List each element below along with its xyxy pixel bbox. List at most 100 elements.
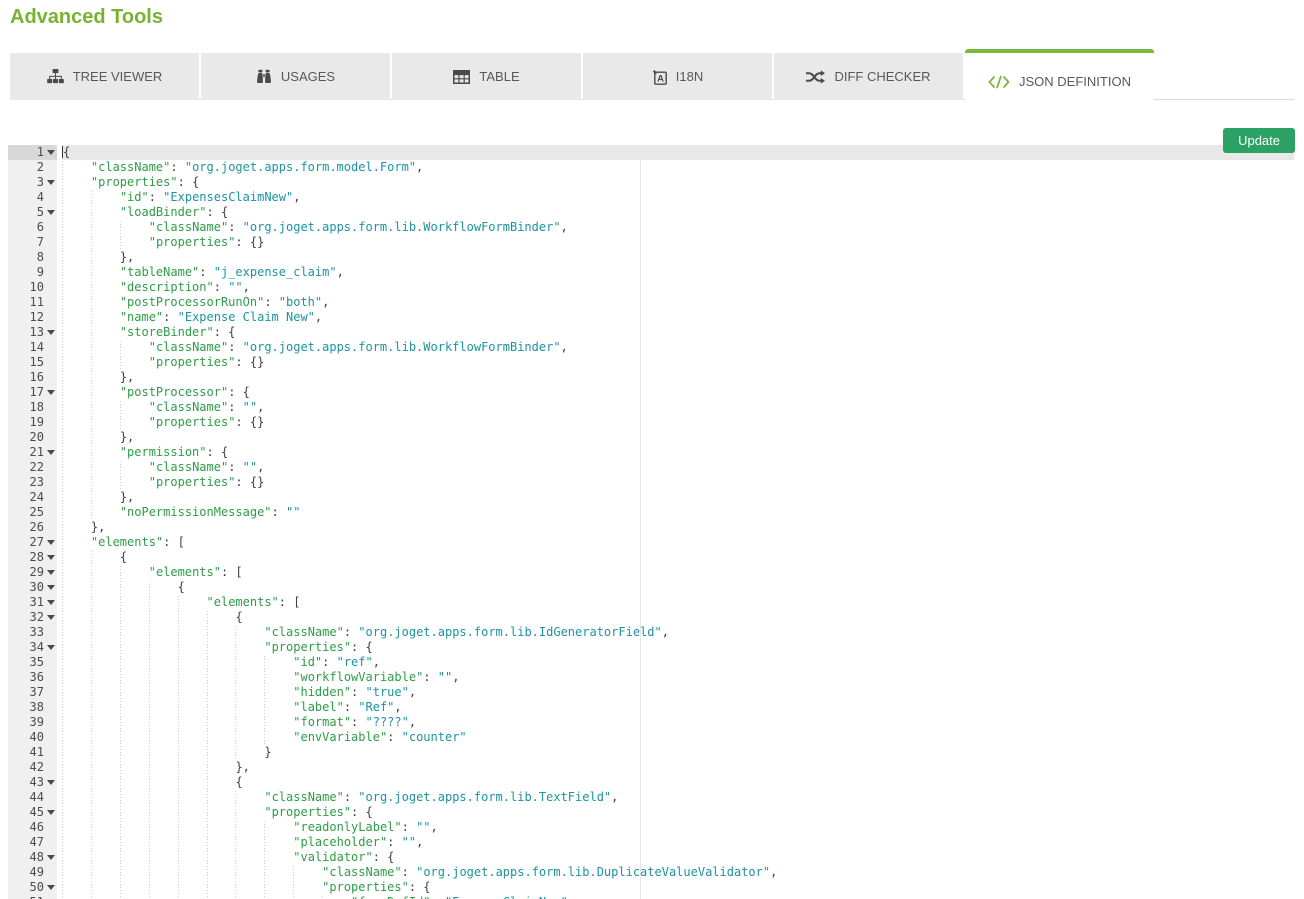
code-line[interactable]: "className": "org.joget.apps.form.model.…: [62, 160, 1294, 175]
code-line[interactable]: {: [62, 145, 1294, 160]
code-line[interactable]: "properties": {}: [62, 235, 1294, 250]
gutter-line-number: 28: [8, 550, 57, 565]
code-line[interactable]: "postProcessorRunOn": "both",: [62, 295, 1294, 310]
fold-arrow-icon[interactable]: [47, 450, 55, 455]
fold-arrow-icon[interactable]: [47, 570, 55, 575]
code-line[interactable]: "elements": [: [62, 535, 1294, 550]
code-line[interactable]: {: [62, 550, 1294, 565]
code-line[interactable]: "envVariable": "counter": [62, 730, 1294, 745]
tab-bar-tabs: TREE VIEWERUSAGES TABLE AI18NDIFF CHECKER J…: [10, 53, 1294, 100]
gutter-line-number: 34: [8, 640, 57, 655]
tab-tree-viewer[interactable]: TREE VIEWER: [10, 53, 199, 100]
code-line[interactable]: "elements": [: [62, 595, 1294, 610]
code-line[interactable]: "permission": {: [62, 445, 1294, 460]
gutter-line-number: 42: [8, 760, 57, 775]
code-line[interactable]: "properties": {: [62, 805, 1294, 820]
code-line[interactable]: "id": "ExpensesClaimNew",: [62, 190, 1294, 205]
code-line[interactable]: "className": "",: [62, 460, 1294, 475]
fold-arrow-icon[interactable]: [47, 780, 55, 785]
tab-usages[interactable]: USAGES: [201, 53, 390, 100]
code-line[interactable]: "label": "Ref",: [62, 700, 1294, 715]
gutter-line-number: 43: [8, 775, 57, 790]
code-line[interactable]: "noPermissionMessage": "": [62, 505, 1294, 520]
gutter-line-number: 11: [8, 295, 57, 310]
code-line[interactable]: "loadBinder": {: [62, 205, 1294, 220]
gutter-line-number: 24: [8, 490, 57, 505]
fold-arrow-icon[interactable]: [47, 600, 55, 605]
fold-arrow-icon[interactable]: [47, 855, 55, 860]
code-line[interactable]: "formDefId": "ExpenseClaimNew",: [62, 895, 1294, 899]
code-line[interactable]: "validator": {: [62, 850, 1294, 865]
code-line[interactable]: "properties": {: [62, 640, 1294, 655]
tab-i18n[interactable]: AI18N: [583, 53, 772, 100]
code-line[interactable]: "placeholder": "",: [62, 835, 1294, 850]
gutter-line-number: 4: [8, 190, 57, 205]
editor-code-area[interactable]: { "className": "org.joget.apps.form.mode…: [57, 145, 1294, 899]
code-line[interactable]: "className": "org.joget.apps.form.lib.Du…: [62, 865, 1294, 880]
table-icon: [453, 70, 470, 84]
code-line[interactable]: "readonlyLabel": "",: [62, 820, 1294, 835]
gutter-line-number: 8: [8, 250, 57, 265]
gutter-line-number: 25: [8, 505, 57, 520]
code-line[interactable]: "properties": {}: [62, 415, 1294, 430]
gutter-line-number: 40: [8, 730, 57, 745]
gutter-line-number: 37: [8, 685, 57, 700]
tab-diff-checker[interactable]: DIFF CHECKER: [774, 53, 963, 100]
code-line[interactable]: {: [62, 775, 1294, 790]
code-line[interactable]: "name": "Expense Claim New",: [62, 310, 1294, 325]
gutter-line-number: 3: [8, 175, 57, 190]
gutter-line-number: 26: [8, 520, 57, 535]
tab-label: I18N: [676, 69, 703, 84]
code-line[interactable]: {: [62, 580, 1294, 595]
gutter-line-number: 36: [8, 670, 57, 685]
update-button[interactable]: Update: [1223, 128, 1295, 153]
code-line[interactable]: "className": "org.joget.apps.form.lib.Id…: [62, 625, 1294, 640]
code-line[interactable]: "hidden": "true",: [62, 685, 1294, 700]
fold-arrow-icon[interactable]: [47, 885, 55, 890]
code-line[interactable]: },: [62, 430, 1294, 445]
fold-arrow-icon[interactable]: [47, 555, 55, 560]
code-line[interactable]: },: [62, 250, 1294, 265]
fold-arrow-icon[interactable]: [47, 615, 55, 620]
code-line[interactable]: "postProcessor": {: [62, 385, 1294, 400]
fold-arrow-icon[interactable]: [47, 540, 55, 545]
code-line[interactable]: "className": "org.joget.apps.form.lib.Wo…: [62, 220, 1294, 235]
tab-table[interactable]: TABLE: [392, 53, 581, 100]
gutter-line-number: 21: [8, 445, 57, 460]
code-line[interactable]: "className": "org.joget.apps.form.lib.Te…: [62, 790, 1294, 805]
code-line[interactable]: "properties": {: [62, 175, 1294, 190]
code-line[interactable]: "id": "ref",: [62, 655, 1294, 670]
code-line[interactable]: }: [62, 745, 1294, 760]
tab-json-definition[interactable]: JSON DEFINITION: [965, 49, 1154, 110]
code-line[interactable]: },: [62, 490, 1294, 505]
gutter-line-number: 19: [8, 415, 57, 430]
code-line[interactable]: "properties": {: [62, 880, 1294, 895]
code-line[interactable]: "elements": [: [62, 565, 1294, 580]
fold-arrow-icon[interactable]: [47, 330, 55, 335]
fold-arrow-icon[interactable]: [47, 585, 55, 590]
fold-arrow-icon[interactable]: [47, 150, 55, 155]
code-line[interactable]: "className": "",: [62, 400, 1294, 415]
code-line[interactable]: },: [62, 760, 1294, 775]
fold-arrow-icon[interactable]: [47, 210, 55, 215]
fold-arrow-icon[interactable]: [47, 645, 55, 650]
code-line[interactable]: "properties": {}: [62, 355, 1294, 370]
editor-gutter: 1234567891011121314151617181920212223242…: [8, 145, 57, 899]
json-editor[interactable]: 1234567891011121314151617181920212223242…: [8, 145, 1294, 899]
code-line[interactable]: "workflowVariable": "",: [62, 670, 1294, 685]
code-line[interactable]: "properties": {}: [62, 475, 1294, 490]
tab-label: JSON DEFINITION: [1019, 74, 1131, 89]
code-line[interactable]: "format": "????",: [62, 715, 1294, 730]
code-line[interactable]: "className": "org.joget.apps.form.lib.Wo…: [62, 340, 1294, 355]
code-line[interactable]: "storeBinder": {: [62, 325, 1294, 340]
code-line[interactable]: },: [62, 370, 1294, 385]
fold-arrow-icon[interactable]: [47, 810, 55, 815]
fold-arrow-icon[interactable]: [47, 180, 55, 185]
page-title: Advanced Tools: [10, 6, 163, 29]
code-line[interactable]: "description": "",: [62, 280, 1294, 295]
code-line[interactable]: "tableName": "j_expense_claim",: [62, 265, 1294, 280]
code-line[interactable]: {: [62, 610, 1294, 625]
tab-label: TABLE: [479, 69, 519, 84]
code-line[interactable]: },: [62, 520, 1294, 535]
fold-arrow-icon[interactable]: [47, 390, 55, 395]
